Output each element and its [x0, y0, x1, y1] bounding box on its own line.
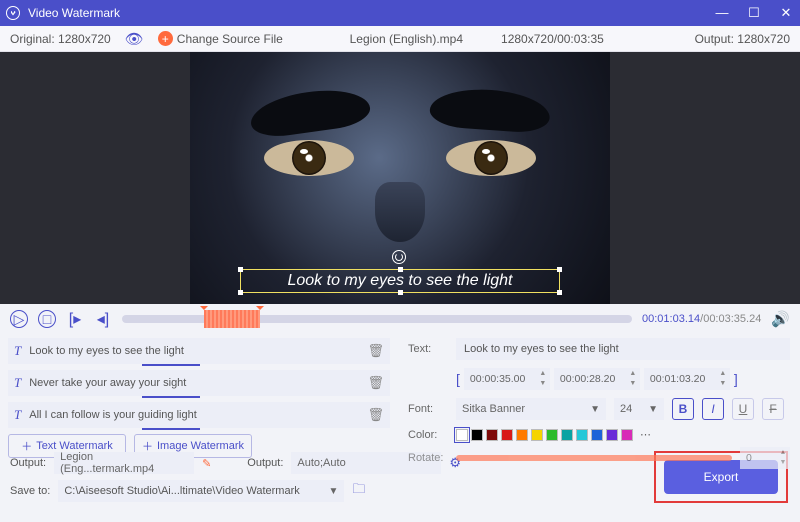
color-swatch[interactable] [471, 429, 483, 441]
watermark-text-overlay[interactable]: Look to my eyes to see the light [240, 269, 560, 293]
watermark-edit-pane: Text: [ 00:00:35.00▲▼ 00:00:28.20▲▼ 00:0… [398, 334, 800, 446]
bracket-open-icon: [ [456, 371, 460, 387]
time-end-input[interactable]: 00:01:03.20▲▼ [644, 368, 730, 390]
timeline-slider[interactable] [122, 315, 632, 323]
edit-filename-icon[interactable]: ✎ [202, 457, 211, 470]
time-start-input[interactable]: 00:00:35.00▲▼ [464, 368, 550, 390]
change-source-label: Change Source File [177, 32, 283, 46]
preview-eye-icon[interactable]: 👁 [125, 30, 144, 48]
source-resolution-duration: 1280x720/00:03:35 [501, 32, 604, 46]
player-controls: ▷ □ [▸ ◂] 00:01:03.14/00:03:35.24 🔊 [0, 304, 800, 334]
time-counter: 00:01:03.14/00:03:35.24 [642, 313, 761, 325]
watermark-list-pane: T Look to my eyes to see the light 🗑 T Neve… [0, 334, 398, 446]
app-title: Video Watermark [28, 6, 120, 20]
source-filename: Legion (English).mp4 [350, 32, 463, 46]
font-size-select[interactable]: 24▼ [614, 398, 664, 420]
color-swatch[interactable] [486, 429, 498, 441]
font-select[interactable]: Sitka Banner▼ [456, 398, 606, 420]
plus-icon: + [158, 31, 173, 46]
color-swatch[interactable] [546, 429, 558, 441]
list-item[interactable]: T Look to my eyes to see the light 🗑 [8, 338, 390, 364]
italic-button[interactable]: I [702, 398, 724, 420]
output-size-label: Output: [247, 457, 283, 469]
rotate-slider[interactable] [456, 455, 732, 461]
color-swatch[interactable] [456, 429, 468, 441]
rotate-input[interactable]: 0▲▼ [740, 447, 790, 469]
color-swatch[interactable] [501, 429, 513, 441]
app-logo-icon [6, 6, 20, 20]
close-button[interactable]: ✕ [778, 5, 794, 21]
rotate-label: Rotate: [408, 452, 448, 464]
list-item-label: All I can follow is your guiding light [29, 409, 359, 421]
text-type-icon: T [14, 343, 21, 359]
color-swatch[interactable] [516, 429, 528, 441]
watermark-text-input[interactable] [456, 338, 790, 360]
mark-out-button[interactable]: ◂] [94, 310, 112, 328]
minimize-button[interactable]: — [714, 5, 730, 21]
more-colors-icon[interactable]: ⋯ [640, 428, 651, 441]
save-to-path-select[interactable]: C:\Aiseesoft Studio\Ai...ltimate\Video W… [58, 480, 344, 502]
text-field-label: Text: [408, 343, 448, 355]
trash-icon[interactable]: 🗑 [367, 407, 384, 423]
list-item[interactable]: T Never take your away your sight 🗑 [8, 370, 390, 396]
trash-icon[interactable]: 🗑 [367, 375, 384, 391]
output-filename-field[interactable]: Legion (Eng...termark.mp4 [54, 452, 194, 474]
play-button[interactable]: ▷ [10, 310, 28, 328]
open-folder-icon[interactable]: 🗀 [352, 480, 365, 502]
time-duration-input[interactable]: 00:00:28.20▲▼ [554, 368, 640, 390]
top-toolbar: Original: 1280x720 👁 + Change Source Fil… [0, 26, 800, 52]
overlay-text: Look to my eyes to see the light [287, 272, 512, 290]
color-label: Color: [408, 429, 448, 441]
maximize-button[interactable]: ☐ [746, 5, 762, 21]
list-item-label: Look to my eyes to see the light [29, 345, 359, 357]
font-label: Font: [408, 403, 448, 415]
video-preview[interactable]: Look to my eyes to see the light [0, 52, 800, 304]
color-swatch[interactable] [576, 429, 588, 441]
color-swatch[interactable] [621, 429, 633, 441]
color-swatch[interactable] [591, 429, 603, 441]
color-swatch[interactable] [561, 429, 573, 441]
color-swatch[interactable] [531, 429, 543, 441]
timeline-segment[interactable] [204, 310, 260, 328]
text-type-icon: T [14, 375, 21, 391]
bracket-close-icon: ] [734, 371, 738, 387]
output-resolution: Output: 1280x720 [695, 32, 790, 46]
bold-button[interactable]: B [672, 398, 694, 420]
change-source-button[interactable]: + Change Source File [158, 31, 283, 46]
strikethrough-button[interactable]: F [762, 398, 784, 420]
save-to-label: Save to: [10, 485, 50, 497]
rotate-handle-icon[interactable] [392, 250, 406, 264]
volume-icon[interactable]: 🔊 [771, 310, 790, 328]
trash-icon[interactable]: 🗑 [367, 343, 384, 359]
titlebar: Video Watermark — ☐ ✕ [0, 0, 800, 26]
original-resolution: Original: 1280x720 [10, 32, 111, 46]
color-swatch-row: ⋯ [456, 428, 651, 441]
underline-button[interactable]: U [732, 398, 754, 420]
text-type-icon: T [14, 407, 21, 423]
color-swatch[interactable] [606, 429, 618, 441]
list-item-label: Never take your away your sight [29, 377, 359, 389]
list-item[interactable]: T All I can follow is your guiding light 🗑 [8, 402, 390, 428]
output-file-label: Output: [10, 457, 46, 469]
mark-in-button[interactable]: [▸ [66, 310, 84, 328]
stop-button[interactable]: □ [38, 310, 56, 328]
